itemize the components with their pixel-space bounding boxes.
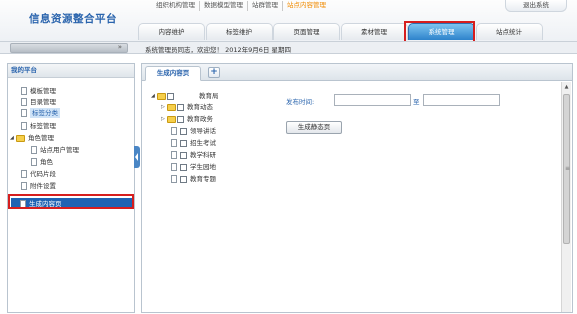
document-icon (21, 122, 27, 130)
tree-checkbox[interactable] (180, 151, 187, 159)
active-tab-highlight (404, 21, 475, 43)
tree-node-leader-speeches[interactable]: 领导讲话 (171, 126, 216, 136)
sidebar-title: 我的平台 (8, 64, 134, 78)
sidebar-item-label: 标签分类 (30, 108, 60, 118)
start-date-input[interactable] (334, 94, 411, 106)
tree-node-label: 招生考试 (190, 139, 216, 147)
tree-node-label: 领导讲话 (190, 127, 216, 135)
document-icon (171, 151, 177, 159)
tree-node-label: 教育局 (199, 92, 219, 100)
sidebar-item-label: 标签管理 (30, 122, 56, 130)
tree-node-label: 教育专题 (190, 175, 216, 183)
tree-node-label: 教育动态 (187, 103, 213, 111)
main-panel: 生成内容页 + ◢ 教育局 ▷ 教育动态 ▷ 教育政务 领导讲话 招生考试 教学… (141, 63, 573, 313)
current-item-highlight (8, 194, 134, 209)
app-title: 信息资源整合平台 (29, 13, 117, 25)
tree-node-label: 教育政务 (187, 115, 213, 123)
folder-icon (16, 134, 25, 142)
collapse-triangle-icon[interactable]: ▷ (161, 102, 166, 112)
tree-checkbox[interactable] (180, 163, 187, 171)
document-icon (171, 163, 177, 171)
tree-node-education-topics[interactable]: 教育专题 (171, 174, 216, 184)
tree-checkbox[interactable] (177, 115, 184, 123)
sidebar-splitter-handle[interactable] (134, 146, 140, 168)
tree-node-teaching-research[interactable]: 教学科研 (171, 150, 216, 160)
tab-tag-maintenance[interactable]: 标签维护 (205, 23, 273, 40)
top-link-site-content[interactable]: 站点内容管理 (283, 1, 330, 11)
tab-content-maintenance[interactable]: 内容维护 (138, 23, 205, 40)
expand-triangle-icon[interactable]: ◢ (10, 133, 15, 143)
tree-node-education-news[interactable]: ▷ 教育动态 (161, 102, 213, 112)
sidebar: 我的平台 模板管理 目录管理 标签分类 标签管理 ◢ 角色管理 站点用户管理 角… (7, 63, 135, 313)
tree-node-label: 教学科研 (190, 151, 216, 159)
sidebar-item-label: 角色 (40, 158, 53, 166)
scroll-up-arrow-icon[interactable]: ▲ (562, 82, 571, 92)
sidebar-item-label: 角色管理 (28, 134, 54, 142)
end-date-input[interactable] (423, 94, 500, 106)
sidebar-item-label: 代码片段 (30, 170, 56, 178)
sidebar-item-label: 目录管理 (30, 98, 56, 106)
folder-icon (167, 115, 176, 123)
document-icon (21, 98, 27, 106)
content-tab-bar: 生成内容页 + (142, 64, 572, 81)
tab-site-statistics[interactable]: 站点统计 (475, 23, 543, 40)
app-header: 信息资源整合平台 组织机构管理 数据模型管理 站群管理 站点内容管理 退出系统 … (0, 0, 577, 41)
collapse-triangle-icon[interactable]: ▷ (161, 114, 166, 124)
sidebar-item-template[interactable]: 模板管理 (21, 86, 56, 96)
tab-material-management[interactable]: 素材管理 (340, 23, 408, 40)
tree-node-student-garden[interactable]: 学生园地 (171, 162, 216, 172)
sidebar-item-attachment-settings[interactable]: 附件设置 (21, 181, 56, 191)
welcome-text: 系统管理员同志，欢迎您！ 2012年9月6日 星期四 (145, 46, 291, 54)
sidebar-item-role-management[interactable]: ◢ 角色管理 (10, 133, 54, 143)
sidebar-item-site-user-management[interactable]: 站点用户管理 (31, 145, 79, 155)
expand-triangle-icon[interactable]: ◢ (151, 91, 156, 101)
scrollbar-thumb[interactable]: ≡ (563, 94, 570, 244)
document-icon (21, 87, 27, 95)
tree-node-education-affairs[interactable]: ▷ 教育政务 (161, 114, 213, 124)
document-icon (171, 175, 177, 183)
tree-node-label: 学生园地 (190, 163, 216, 171)
top-link-site-group[interactable]: 站群管理 (248, 1, 283, 11)
sidebar-item-label: 站点用户管理 (40, 146, 79, 154)
folder-icon (167, 103, 176, 111)
folder-icon (157, 92, 166, 100)
to-label: 至 (413, 98, 420, 106)
status-bar: » 系统管理员同志，欢迎您！ 2012年9月6日 星期四 (0, 41, 577, 54)
top-links: 组织机构管理 数据模型管理 站群管理 站点内容管理 (152, 1, 330, 11)
tab-generate-content-page[interactable]: 生成内容页 (145, 66, 201, 81)
sidebar-item-role[interactable]: 角色 (31, 157, 53, 167)
document-icon (171, 139, 177, 147)
tree-checkbox[interactable] (167, 92, 174, 100)
document-icon (21, 170, 27, 178)
document-icon (171, 127, 177, 135)
sidebar-item-code-snippet[interactable]: 代码片段 (21, 169, 56, 179)
generate-static-page-button[interactable]: 生成静态页 (286, 121, 342, 134)
document-icon (21, 109, 27, 117)
sidebar-item-tag-management[interactable]: 标签管理 (21, 121, 56, 131)
tree-checkbox[interactable] (180, 139, 187, 147)
top-link-org[interactable]: 组织机构管理 (152, 1, 200, 11)
document-icon (31, 146, 37, 154)
sidebar-collapse-button[interactable]: » (10, 43, 128, 53)
tree-checkbox[interactable] (180, 127, 187, 135)
grip-icon: ≡ (565, 165, 571, 172)
sidebar-item-label: 模板管理 (30, 87, 56, 95)
document-icon (21, 182, 27, 190)
top-link-data-model[interactable]: 数据模型管理 (200, 1, 248, 11)
sidebar-item-label: 附件设置 (30, 182, 56, 190)
main-nav-tabs: 内容维护 标签维护 页面管理 素材管理 系统管理 站点统计 (138, 23, 543, 41)
logout-button[interactable]: 退出系统 (505, 0, 567, 12)
sidebar-item-directory[interactable]: 目录管理 (21, 97, 56, 107)
vertical-scrollbar[interactable]: ▲ ≡ (561, 82, 571, 312)
double-chevron-icon: » (117, 43, 122, 51)
tab-page-management[interactable]: 页面管理 (273, 23, 340, 40)
tree-checkbox[interactable] (180, 175, 187, 183)
tree-checkbox[interactable] (177, 103, 184, 111)
sidebar-item-tag-category[interactable]: 标签分类 (21, 108, 60, 118)
publish-time-label: 发布时间: (286, 98, 315, 106)
tree-node-admissions[interactable]: 招生考试 (171, 138, 216, 148)
document-icon (31, 158, 37, 166)
add-tab-button[interactable]: + (208, 67, 220, 78)
tree-root-node[interactable]: ◢ 教育局 (151, 91, 219, 101)
